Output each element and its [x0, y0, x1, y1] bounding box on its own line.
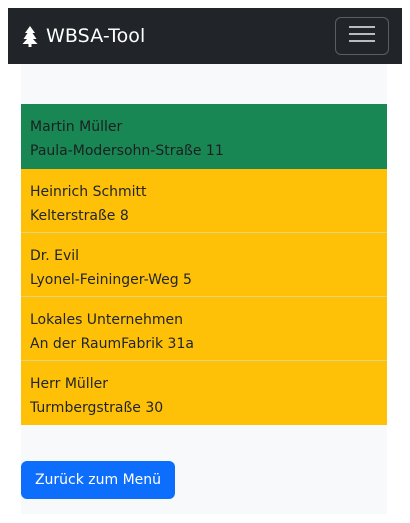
list-item-address: Kelterstraße 8	[30, 208, 129, 224]
list-item[interactable]: Herr Müller Turmbergstraße 30	[21, 361, 387, 425]
list-item-name: Lokales Unternehmen	[30, 312, 184, 328]
list-item-name: Heinrich Schmitt	[30, 184, 147, 200]
list-item[interactable]: Martin Müller Paula-Modersohn-Straße 11	[21, 104, 387, 169]
brand-title: WBSA-Tool	[46, 25, 146, 47]
list-item-address: Paula-Modersohn-Straße 11	[30, 143, 224, 159]
list-item-address: Lyonel-Feininger-Weg 5	[30, 272, 192, 288]
list-item[interactable]: Dr. Evil Lyonel-Feininger-Weg 5	[21, 233, 387, 297]
back-to-menu-button[interactable]: Zurück zum Menü	[21, 461, 175, 499]
main-container: Martin Müller Paula-Modersohn-Straße 11 …	[21, 64, 387, 514]
list-item-name: Herr Müller	[30, 376, 108, 392]
tree-icon	[22, 25, 38, 47]
list-item-address: An der RaumFabrik 31a	[30, 336, 194, 352]
list-item-name: Martin Müller	[30, 119, 123, 135]
hamburger-menu-icon	[349, 24, 375, 48]
navbar-brand[interactable]: WBSA-Tool	[22, 25, 145, 47]
list-item[interactable]: Heinrich Schmitt Kelterstraße 8	[21, 169, 387, 233]
list-item-name: Dr. Evil	[30, 248, 80, 264]
list-item-address: Turmbergstraße 30	[30, 400, 164, 416]
navbar-toggler-button[interactable]	[335, 17, 389, 55]
navbar: WBSA-Tool	[8, 8, 402, 64]
list-item[interactable]: Lokales Unternehmen An der RaumFabrik 31…	[21, 297, 387, 361]
address-list: Martin Müller Paula-Modersohn-Straße 11 …	[21, 104, 387, 425]
